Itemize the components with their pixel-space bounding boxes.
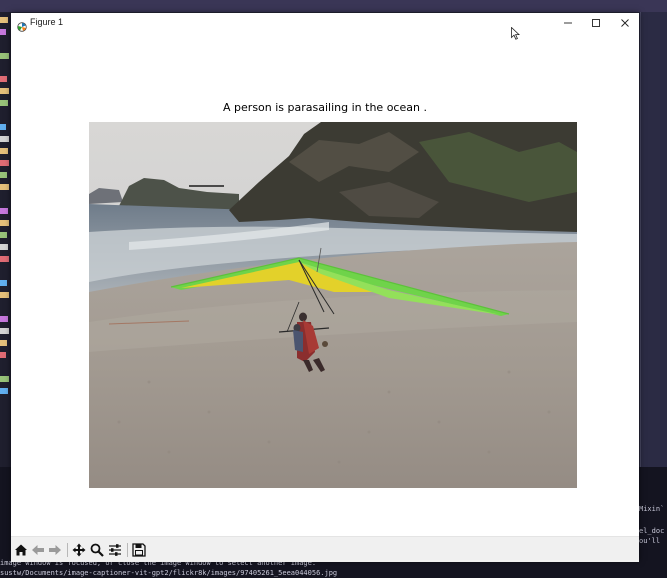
background-code-gutter	[0, 12, 11, 467]
terminal-line-2: sustw/Documents/image-captioner-vit-gpt2…	[0, 569, 338, 577]
move-icon	[72, 543, 86, 557]
maximize-button[interactable]	[582, 13, 610, 32]
background-editor-right	[640, 12, 667, 467]
forward-button[interactable]	[47, 542, 63, 558]
magnifier-icon	[90, 543, 104, 557]
navigation-toolbar	[11, 536, 639, 562]
terminal-right-1: Mixin`	[639, 505, 665, 513]
toolbar-separator	[67, 543, 68, 557]
arrow-left-icon	[32, 545, 44, 555]
terminal-right-2: el_doc	[639, 527, 665, 535]
background-editor-topbar	[0, 0, 667, 12]
floppy-disk-icon	[132, 543, 146, 557]
close-icon	[621, 18, 629, 27]
zoom-button[interactable]	[89, 542, 105, 558]
figure-caption: A person is parasailing in the ocean .	[223, 101, 427, 114]
minimize-button[interactable]	[554, 13, 582, 32]
close-button[interactable]	[611, 13, 639, 32]
minimize-icon	[564, 22, 572, 23]
save-button[interactable]	[131, 542, 147, 558]
figure-canvas[interactable]: A person is parasailing in the ocean .	[11, 32, 639, 536]
pan-button[interactable]	[71, 542, 87, 558]
beach-hang-glider-photo	[89, 122, 577, 488]
mouse-cursor-icon	[511, 27, 520, 40]
sliders-icon	[109, 544, 121, 556]
toolbar-separator	[127, 543, 128, 557]
terminal-right-3: ou'll	[639, 537, 661, 545]
matplotlib-app-icon	[17, 17, 27, 32]
home-button[interactable]	[13, 542, 29, 558]
configure-subplots-button[interactable]	[107, 542, 123, 558]
back-button[interactable]	[30, 542, 46, 558]
home-icon	[15, 544, 27, 556]
figure-window: Figure 1 A person is parasailing in the …	[11, 13, 639, 562]
arrow-right-icon	[49, 545, 61, 555]
window-title: Figure 1	[30, 17, 64, 27]
window-titlebar[interactable]: Figure 1	[11, 13, 639, 32]
maximize-icon	[592, 18, 600, 27]
